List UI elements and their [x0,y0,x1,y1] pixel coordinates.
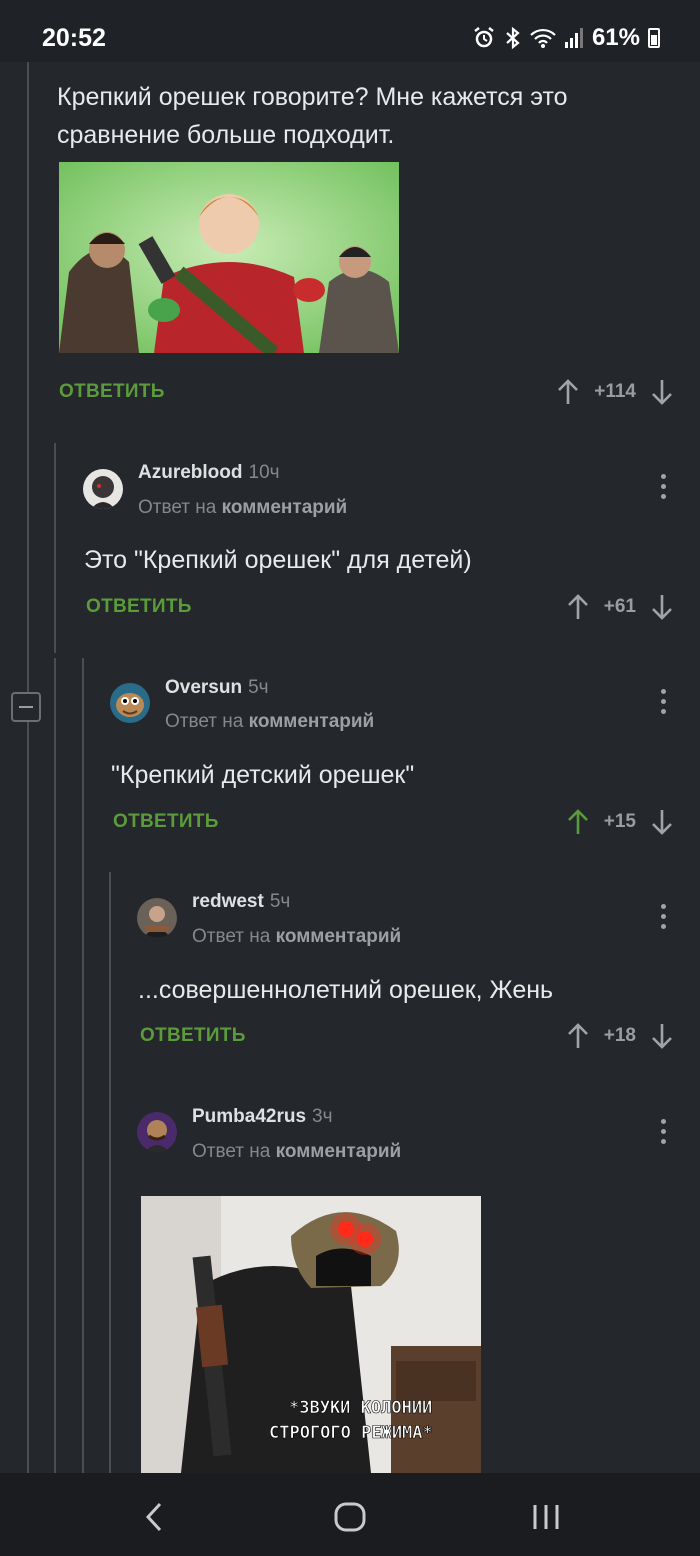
thread-line [54,658,56,1473]
comment-age: 5ч [269,891,291,912]
reply-to-prefix: Ответ на [138,497,217,518]
wifi-icon [530,28,556,48]
avatar[interactable] [137,1112,177,1152]
comment-image[interactable]: *ЗВУКИ КОЛОНИИ СТРОГОГО РЕЖИМА* [141,1196,481,1473]
bluetooth-icon [506,26,520,50]
reply-to: Ответ на комментарий [192,926,401,948]
navigation-bar [0,1473,700,1556]
vote-block: +114 [556,378,674,406]
comment-author[interactable]: redwest 5ч [192,891,290,913]
status-time: 20:52 [42,24,106,52]
status-bar: 20:52 61% [0,0,700,62]
upvote-icon[interactable] [556,378,580,406]
upvote-icon[interactable] [566,808,590,836]
reply-to-link[interactable]: комментарий [249,711,375,732]
recents-icon[interactable] [531,1503,561,1531]
comment-image[interactable] [59,162,399,353]
comment-text: Крепкий орешек говорите? Мне кажется это… [57,83,568,149]
vote-block: +18 [566,1022,674,1050]
battery-icon [648,28,660,48]
reply-button[interactable]: ОТВЕТИТЬ [86,596,192,618]
score: +15 [603,811,636,832]
reply-to: Ответ на комментарий [165,711,374,733]
more-icon[interactable] [661,1119,667,1145]
username[interactable]: redwest [192,891,264,912]
upvote-icon[interactable] [566,593,590,621]
downvote-icon[interactable] [650,808,674,836]
username[interactable]: Azureblood [138,462,243,483]
downvote-icon[interactable] [650,378,674,406]
comment-text: ...совершеннолетний орешек, Жень [138,976,554,1004]
comment-age: 5ч [248,677,269,698]
downvote-icon[interactable] [650,1022,674,1050]
reply-to-prefix: Ответ на [192,926,271,947]
comment-author[interactable]: Oversun 5ч [165,677,269,699]
comment-author[interactable]: Azureblood 10ч [138,462,280,484]
more-icon[interactable] [661,904,667,930]
more-icon[interactable] [661,474,667,500]
alarm-icon [474,27,494,48]
reply-to-link[interactable]: комментарий [222,497,348,518]
score: +61 [603,596,636,617]
battery-percent: 61% [591,24,640,51]
score: +18 [603,1025,636,1046]
reply-button[interactable]: ОТВЕТИТЬ [113,811,219,833]
thread-line [27,722,29,1473]
username[interactable]: Pumba42rus [192,1106,306,1127]
reply-to-link[interactable]: комментарий [276,926,402,947]
thread-line [82,658,84,1473]
reply-button[interactable]: ОТВЕТИТЬ [59,381,165,403]
reply-to: Ответ на комментарий [192,1141,401,1163]
image-caption-line2: СТРОГОГО РЕЖИМА* [269,1423,433,1443]
username[interactable]: Oversun [165,677,242,698]
comment-text: Это "Крепкий орешек" для детей) [84,546,472,574]
reply-to-prefix: Ответ на [192,1141,271,1162]
reply-to: Ответ на комментарий [138,497,347,519]
vote-block: +61 [566,593,674,621]
thread-line [27,62,29,692]
vote-block: +15 [566,808,674,836]
comment-age: 3ч [312,1106,333,1127]
back-icon[interactable] [143,1501,165,1533]
avatar[interactable] [110,683,150,723]
reply-button[interactable]: ОТВЕТИТЬ [140,1025,246,1047]
status-icons: 61% [472,24,660,52]
comment-text: "Крепкий детский орешек" [111,761,415,789]
score: +114 [594,381,636,402]
collapse-icon[interactable] [11,692,41,722]
avatar[interactable] [83,469,123,509]
thread-line [109,872,111,1473]
avatar[interactable] [137,898,177,938]
comment-age: 10ч [248,462,280,483]
reply-to-prefix: Ответ на [165,711,244,732]
reply-to-link[interactable]: комментарий [276,1141,402,1162]
comment-author[interactable]: Pumba42rus 3ч [192,1106,333,1128]
thread-line [54,443,56,653]
upvote-icon[interactable] [566,1022,590,1050]
downvote-icon[interactable] [650,593,674,621]
signal-icon [564,28,583,48]
home-icon[interactable] [333,1501,367,1533]
image-caption-line1: *ЗВУКИ КОЛОНИИ [289,1398,432,1418]
more-icon[interactable] [661,689,667,715]
